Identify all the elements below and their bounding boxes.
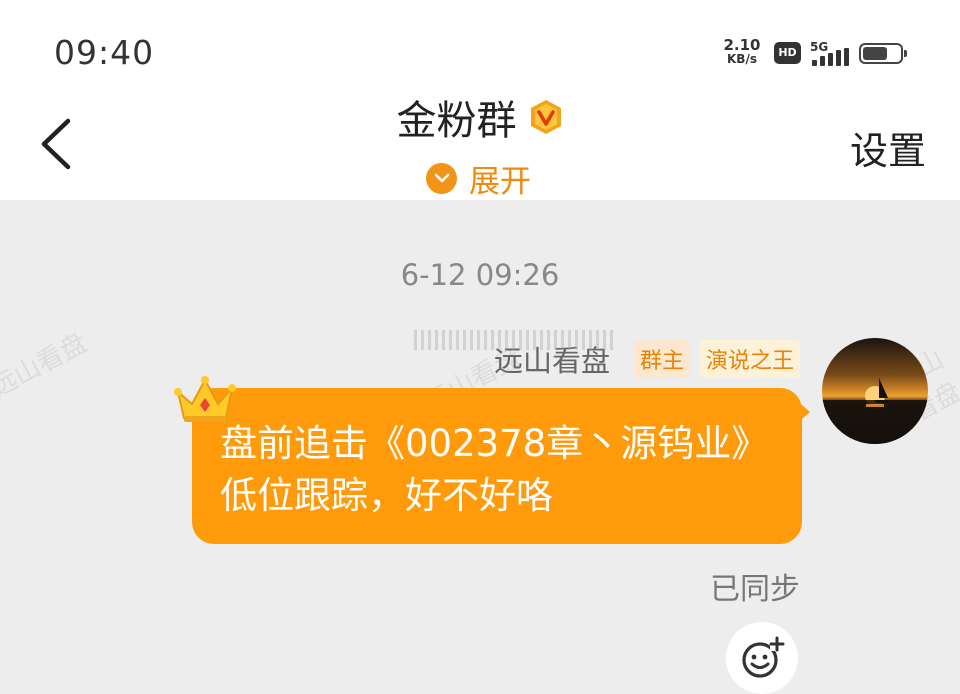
avatar[interactable] <box>822 338 928 444</box>
expand-button[interactable]: 展开 <box>426 158 531 200</box>
emoji-add-icon <box>742 636 785 678</box>
message-text: 盘前追击《002378章丶源钨业》低位跟踪，好不好咯 <box>220 422 769 517</box>
verified-v-icon <box>530 100 561 134</box>
header-title-area: 金粉群 <box>0 88 960 146</box>
sender-name[interactable]: 远山看盘 <box>413 330 614 380</box>
owner-badge: 群主 <box>633 340 690 378</box>
status-bar: 09:40 2.10 KB/s HD 5G <box>0 0 960 90</box>
sender-line: 远山看盘 群主 演说之王 <box>413 330 800 380</box>
speech-king-badge: 演说之王 <box>699 340 800 378</box>
message-bubble[interactable]: 盘前追击《002378章丶源钨业》低位跟踪，好不好咯 <box>192 388 802 544</box>
message-timestamp: 6-12 09:26 <box>400 258 560 292</box>
chevron-down-icon <box>426 162 457 194</box>
emoji-reaction-button[interactable] <box>726 622 798 694</box>
top-bar: 09:40 2.10 KB/s HD 5G 金粉群 设置 展开 <box>0 0 960 200</box>
signal-icon: 5G <box>810 40 852 68</box>
page-title: 金粉群 <box>396 98 517 144</box>
network-speed: 2.10 KB/s <box>722 38 762 67</box>
sync-status: 已同步 <box>710 572 800 607</box>
hd-icon: HD <box>774 42 801 64</box>
watermark-left: 远山看盘 <box>0 328 93 404</box>
crown-icon <box>174 376 236 422</box>
battery-icon <box>859 43 907 64</box>
expand-label: 展开 <box>469 163 531 200</box>
settings-button[interactable]: 设置 <box>850 120 926 175</box>
network-type: 5G <box>810 40 829 54</box>
status-time: 09:40 <box>54 33 155 72</box>
network-speed-unit: KB/s <box>727 52 757 66</box>
